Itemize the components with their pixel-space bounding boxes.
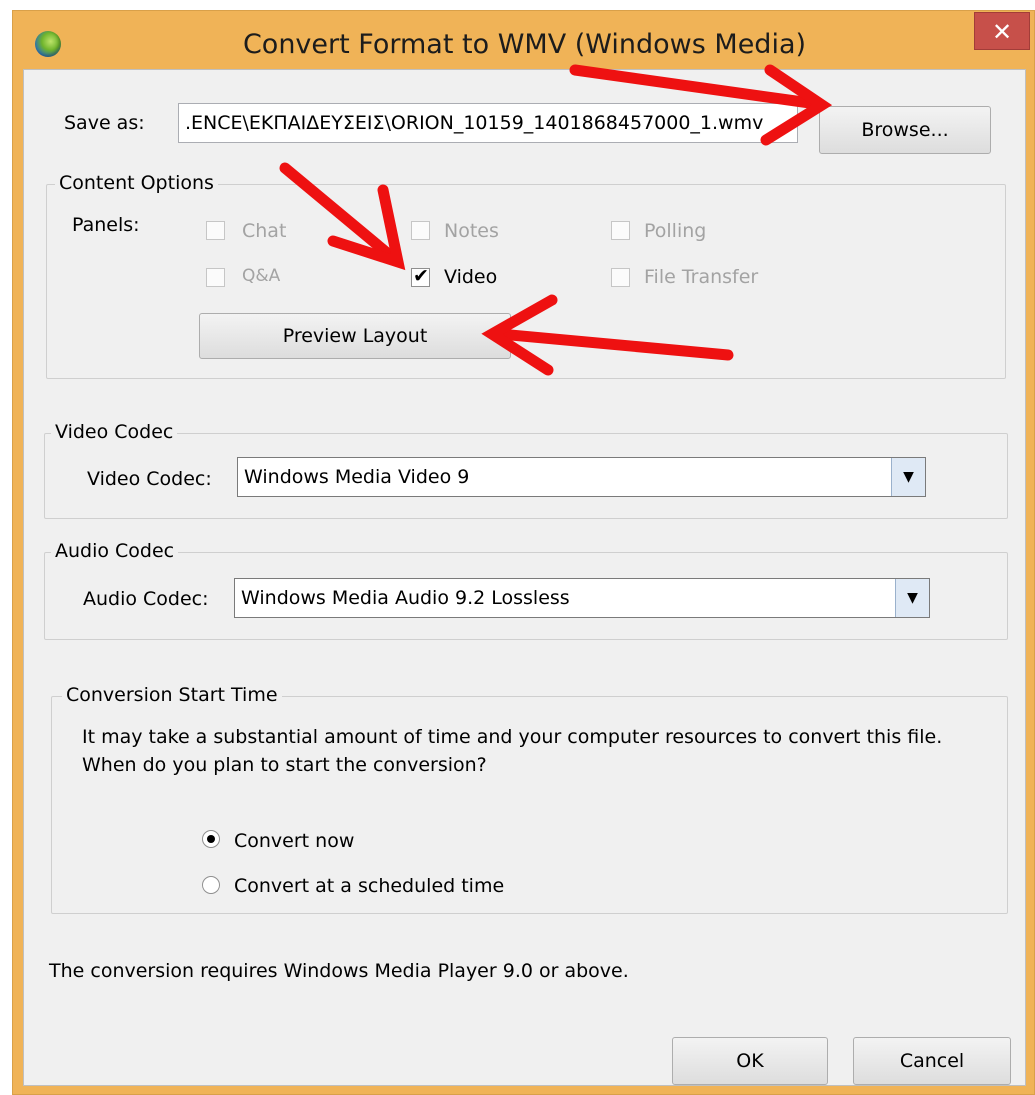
video-codec-select[interactable]: Windows Media Video 9 ▼ [237, 457, 926, 497]
chat-checkbox[interactable] [206, 221, 225, 240]
ok-button[interactable]: OK [672, 1037, 828, 1085]
title-bar[interactable]: Convert Format to WMV (Windows Media) ✕ [13, 11, 1034, 69]
convert-now-label: Convert now [234, 830, 355, 852]
browse-button[interactable]: Browse... [819, 106, 991, 154]
video-codec-title: Video Codec [51, 421, 178, 443]
qa-checkbox[interactable] [206, 268, 225, 287]
file-transfer-label: File Transfer [644, 266, 759, 288]
preview-layout-button[interactable]: Preview Layout [199, 313, 511, 359]
audio-codec-select[interactable]: Windows Media Audio 9.2 Lossless ▼ [234, 578, 930, 618]
notes-checkbox[interactable] [411, 221, 430, 240]
notes-label: Notes [444, 220, 499, 242]
qa-label: Q&A [242, 266, 281, 286]
start-time-description: It may take a substantial amount of time… [82, 726, 943, 748]
convert-scheduled-radio[interactable] [202, 876, 220, 894]
cancel-button[interactable]: Cancel [853, 1037, 1011, 1085]
chevron-down-icon[interactable]: ▼ [895, 579, 929, 617]
radio-selected-dot [207, 835, 215, 843]
requirement-note: The conversion requires Windows Media Pl… [49, 960, 629, 982]
content-options-group: Content Options [46, 172, 1006, 379]
convert-now-radio[interactable] [202, 830, 220, 848]
chevron-down-icon[interactable]: ▼ [891, 458, 925, 496]
video-codec-value: Windows Media Video 9 [244, 466, 470, 488]
audio-codec-value: Windows Media Audio 9.2 Lossless [241, 587, 570, 609]
polling-label: Polling [644, 220, 707, 242]
dialog-body: Save as: .ENCE\ΕΚΠΑΙΔΕΥΣΕΙΣ\ORION_10159_… [23, 69, 1026, 1086]
panels-label: Panels: [72, 214, 140, 236]
start-time-title: Conversion Start Time [62, 684, 282, 706]
convert-scheduled-label: Convert at a scheduled time [234, 875, 505, 897]
checkmark-icon: ✔ [413, 265, 429, 287]
audio-codec-title: Audio Codec [51, 540, 179, 562]
save-path-input[interactable]: .ENCE\ΕΚΠΑΙΔΕΥΣΕΙΣ\ORION_10159_140186845… [178, 103, 798, 143]
save-as-label: Save as: [64, 112, 145, 134]
start-time-question: When do you plan to start the conversion… [82, 754, 487, 776]
polling-checkbox[interactable] [611, 221, 630, 240]
window-title: Convert Format to WMV (Windows Media) [242, 29, 807, 60]
chat-label: Chat [242, 220, 287, 242]
video-checkbox[interactable]: ✔ [411, 265, 430, 287]
file-transfer-checkbox[interactable] [611, 268, 630, 287]
video-codec-label: Video Codec: [87, 468, 212, 490]
content-options-title: Content Options [55, 172, 218, 194]
audio-codec-label: Audio Codec: [83, 588, 209, 610]
dialog-window: Convert Format to WMV (Windows Media) ✕ … [12, 10, 1035, 1095]
close-button[interactable]: ✕ [974, 12, 1030, 50]
video-label: Video [444, 266, 498, 288]
